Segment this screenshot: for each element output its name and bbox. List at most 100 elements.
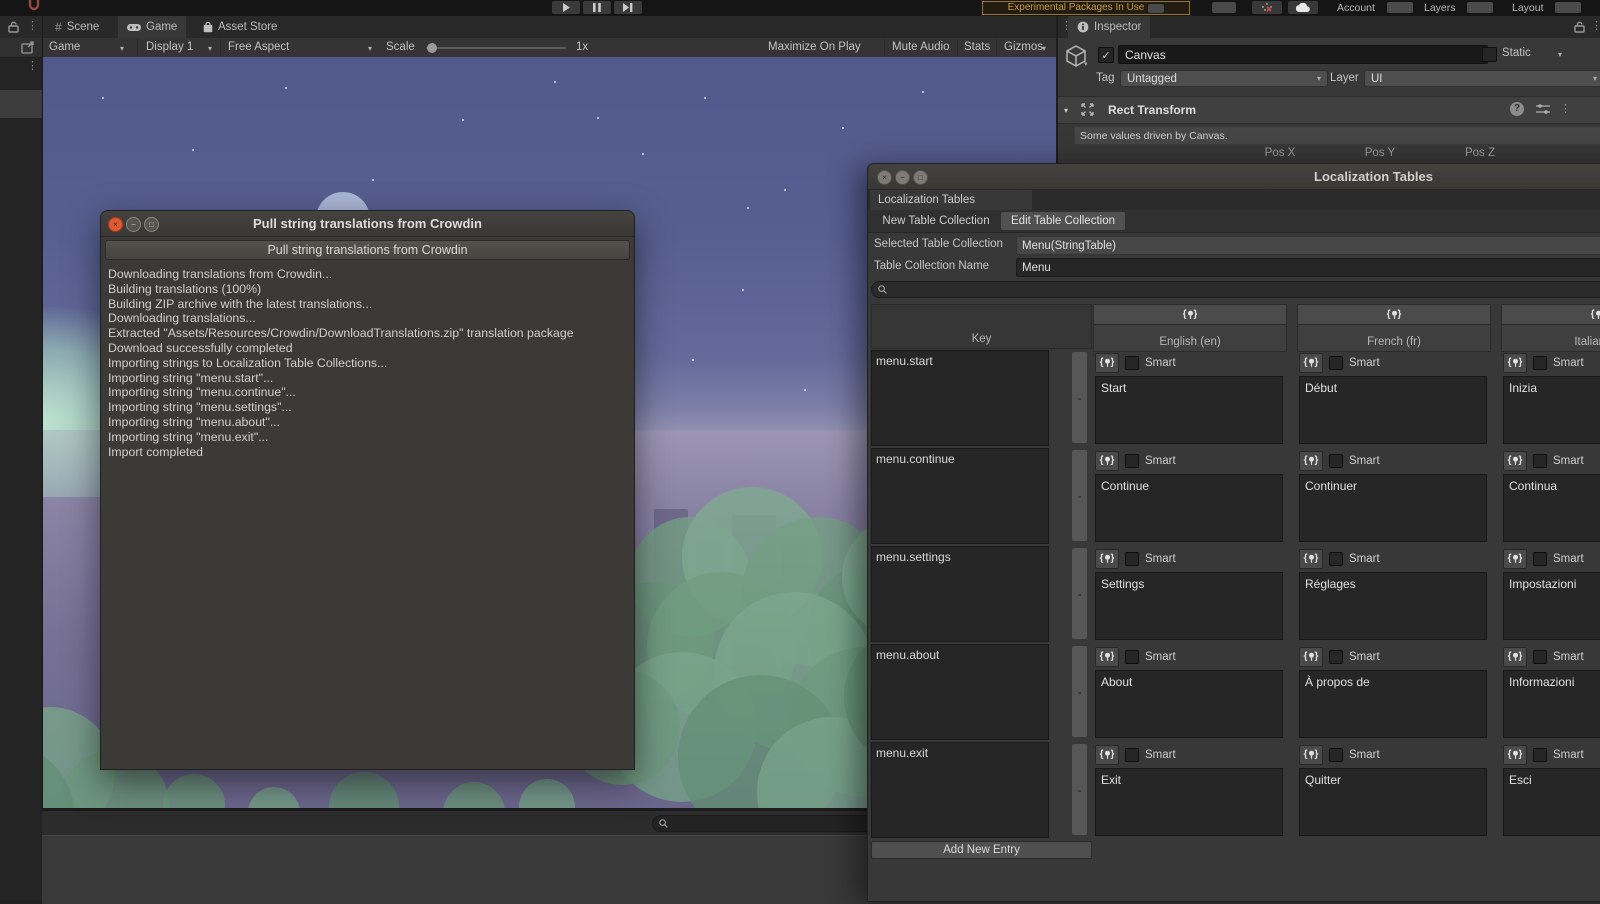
column-header-english[interactable]: English (en) — [1093, 324, 1287, 352]
tag-dropdown[interactable]: Untagged ▾ — [1120, 70, 1328, 87]
object-name-field[interactable]: Canvas — [1118, 45, 1488, 64]
key-cell[interactable]: menu.settings — [871, 546, 1049, 642]
metadata-icon[interactable]: {} — [1503, 353, 1527, 373]
metadata-icon[interactable]: {} — [1095, 549, 1119, 569]
dialog-titlebar[interactable]: × − □ Pull string translations from Crow… — [101, 211, 634, 237]
play-button[interactable] — [552, 1, 580, 14]
smart-checkbox[interactable] — [1125, 748, 1139, 762]
help-icon[interactable]: ? — [1510, 102, 1524, 116]
metadata-icon[interactable]: {} — [1299, 353, 1323, 373]
layout-label[interactable]: Layout — [1512, 1, 1544, 15]
pause-button[interactable] — [583, 1, 611, 14]
layers-dropdown[interactable] — [1467, 2, 1493, 13]
remove-entry-button[interactable]: - — [1072, 744, 1087, 835]
metadata-icon[interactable]: {} — [1095, 647, 1119, 667]
maximize-on-play-button[interactable]: Maximize On Play — [768, 41, 861, 53]
metadata-icon[interactable]: {} — [1095, 451, 1119, 471]
metadata-icon[interactable]: {} — [1587, 307, 1600, 323]
translation-cell[interactable]: Début — [1299, 376, 1487, 444]
translation-cell[interactable]: À propos de — [1299, 670, 1487, 738]
smart-checkbox[interactable] — [1329, 650, 1343, 664]
metadata-icon[interactable]: {} — [1299, 549, 1323, 569]
inspector-menu-icon[interactable]: ⋮ — [1591, 21, 1600, 31]
translation-cell[interactable]: Quitter — [1299, 768, 1487, 836]
tab-asset-store[interactable]: Asset Store — [194, 16, 286, 38]
step-button[interactable] — [614, 1, 642, 14]
collapsed-panel-item[interactable] — [0, 90, 42, 118]
metadata-icon[interactable]: {} — [1299, 745, 1323, 765]
tab-inspector[interactable]: Inspector — [1068, 16, 1150, 38]
metadata-icon[interactable]: {} — [1383, 307, 1405, 323]
column-header-french[interactable]: French (fr) — [1297, 324, 1491, 352]
column-metadata-header[interactable]: {} — [1297, 304, 1491, 325]
layer-dropdown[interactable]: UI ▾ — [1364, 70, 1600, 87]
snap-tool-icon[interactable] — [26, 0, 44, 12]
column-metadata-header[interactable]: {} — [1093, 304, 1287, 325]
smart-checkbox[interactable] — [1533, 650, 1547, 664]
mute-audio-button[interactable]: Mute Audio — [892, 41, 950, 53]
smart-checkbox[interactable] — [1533, 356, 1547, 370]
smart-checkbox[interactable] — [1533, 552, 1547, 566]
translation-cell[interactable]: Esci — [1503, 768, 1600, 836]
presets-icon[interactable] — [1536, 103, 1550, 115]
experimental-packages-warning[interactable]: Experimental Packages In Use — [982, 1, 1190, 15]
remove-entry-button[interactable]: - — [1072, 646, 1087, 737]
smart-checkbox[interactable] — [1125, 650, 1139, 664]
pull-translations-button[interactable]: Pull string translations from Crowdin — [105, 240, 630, 260]
smart-checkbox[interactable] — [1329, 356, 1343, 370]
translation-cell[interactable]: Continue — [1095, 474, 1283, 542]
key-cell[interactable]: menu.about — [871, 644, 1049, 740]
cloud-button[interactable] — [1288, 1, 1318, 14]
translation-cell[interactable]: Exit — [1095, 768, 1283, 836]
tab-game[interactable]: Game — [118, 16, 186, 38]
scale-slider-track[interactable] — [426, 47, 566, 49]
key-cell[interactable]: menu.continue — [871, 448, 1049, 544]
smart-checkbox[interactable] — [1125, 454, 1139, 468]
account-label[interactable]: Account — [1337, 1, 1375, 15]
metadata-icon[interactable]: {} — [1095, 745, 1119, 765]
translation-cell[interactable]: Informazioni — [1503, 670, 1600, 738]
smart-checkbox[interactable] — [1125, 552, 1139, 566]
remove-entry-button[interactable]: - — [1072, 352, 1087, 443]
key-cell[interactable]: menu.exit — [871, 742, 1049, 838]
smart-checkbox[interactable] — [1329, 454, 1343, 468]
game-view-dropdown[interactable]: Game — [49, 41, 80, 53]
translation-cell[interactable]: Continua — [1503, 474, 1600, 542]
account-dropdown[interactable] — [1387, 2, 1413, 13]
static-checkbox[interactable] — [1482, 47, 1497, 62]
lock-icon[interactable] — [1574, 21, 1585, 33]
translation-cell[interactable]: Settings — [1095, 572, 1283, 640]
column-header-italian[interactable]: Italian (it) — [1501, 324, 1600, 352]
column-metadata-header[interactable]: {} — [1501, 304, 1600, 325]
translation-cell[interactable]: Start — [1095, 376, 1283, 444]
metadata-icon[interactable]: {} — [1299, 647, 1323, 667]
smart-checkbox[interactable] — [1329, 552, 1343, 566]
smart-checkbox[interactable] — [1125, 356, 1139, 370]
display-dropdown[interactable]: Display 1 — [146, 41, 193, 53]
smart-checkbox[interactable] — [1533, 454, 1547, 468]
remove-entry-button[interactable]: - — [1072, 548, 1087, 639]
add-new-entry-button[interactable]: Add New Entry — [871, 841, 1092, 859]
scale-slider-knob[interactable] — [427, 43, 437, 53]
metadata-icon[interactable]: {} — [1299, 451, 1323, 471]
translation-cell[interactable]: Réglages — [1299, 572, 1487, 640]
metadata-icon[interactable]: {} — [1503, 549, 1527, 569]
collab-button[interactable] — [1252, 1, 1282, 14]
tab-scene[interactable]: # Scene — [46, 16, 108, 38]
icon-picker-arrow[interactable]: ▾ — [1084, 60, 1088, 68]
stats-button[interactable]: Stats — [964, 41, 990, 53]
component-menu-icon[interactable]: ⋮ — [1560, 104, 1571, 114]
translation-cell[interactable]: About — [1095, 670, 1283, 738]
popout-icon[interactable] — [21, 41, 35, 54]
key-column-header[interactable]: Key — [871, 304, 1092, 349]
rect-transform-header[interactable]: ▾ Rect Transform ? ⋮ — [1058, 96, 1600, 124]
panel-menu-icon[interactable]: ⋮ — [27, 21, 38, 31]
translation-cell[interactable]: Inizia — [1503, 376, 1600, 444]
translation-cell[interactable]: Impostazioni — [1503, 572, 1600, 640]
active-checkbox[interactable]: ✓ — [1098, 47, 1114, 63]
smart-checkbox[interactable] — [1329, 748, 1343, 762]
layers-label[interactable]: Layers — [1424, 1, 1456, 15]
smart-checkbox[interactable] — [1533, 748, 1547, 762]
translation-cell[interactable]: Continuer — [1299, 474, 1487, 542]
gizmos-dropdown[interactable]: Gizmos — [1004, 41, 1043, 53]
